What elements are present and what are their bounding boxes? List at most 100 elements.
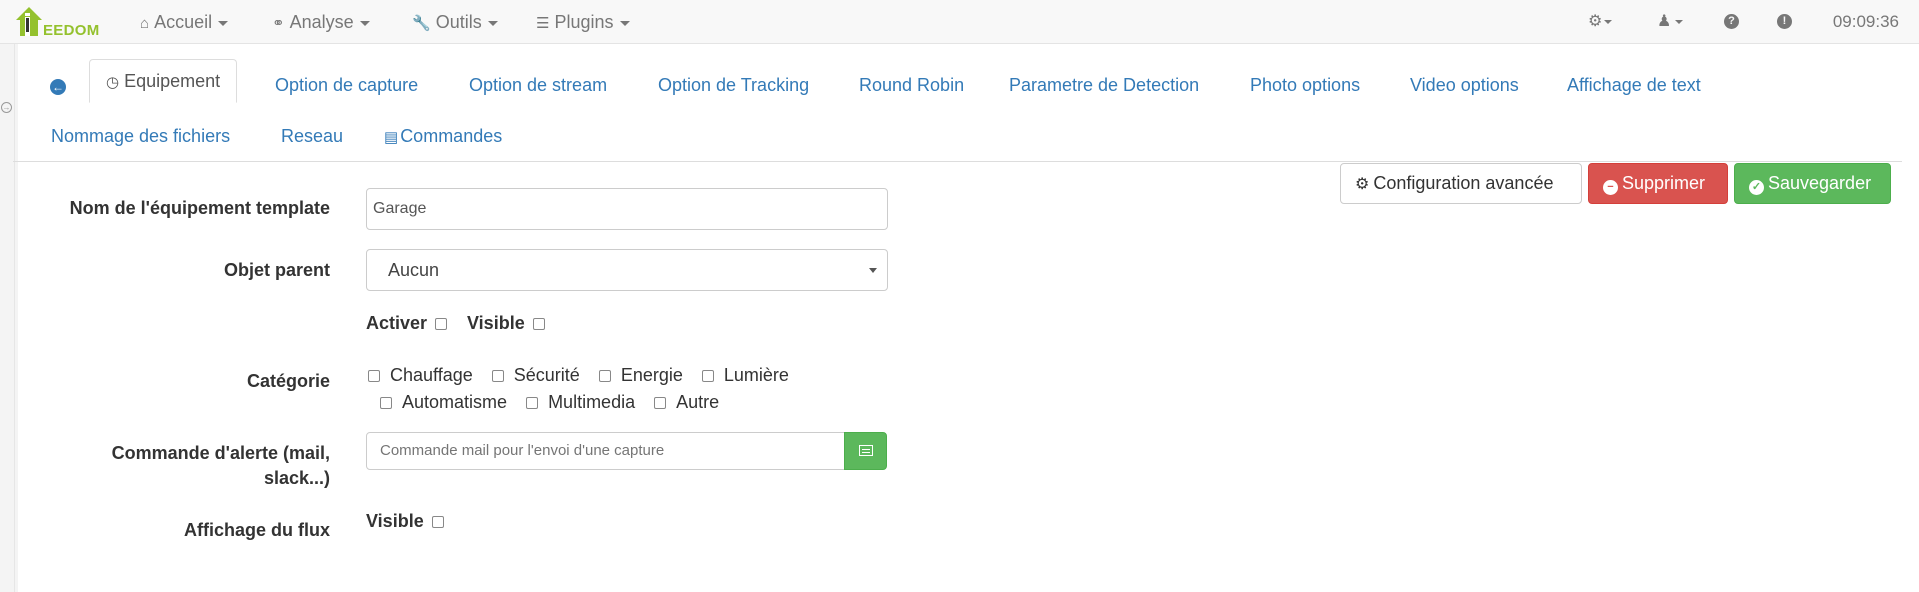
parent-label: Objet parent (223, 260, 330, 280)
caret-down-icon (1604, 19, 1613, 24)
visible-label: Visible (467, 313, 525, 333)
name-label: Nom de l'équipement template (69, 198, 330, 218)
list-alt-icon: ▤ (384, 129, 399, 146)
nav-plugins-label: Plugins (554, 12, 614, 32)
delete-button[interactable]: − Supprimer (1588, 163, 1728, 204)
alert-label-line2: slack...) (263, 468, 330, 488)
alert-command-input[interactable] (366, 432, 846, 470)
expand-sidebar-icon[interactable]: → (1, 102, 12, 113)
jeedom-logo[interactable]: EEDOM (16, 4, 108, 40)
category-row-1: Chauffage Sécurité Energie Lumière (368, 363, 803, 387)
back-arrow-icon: ← (50, 79, 66, 95)
visible-checkbox[interactable] (532, 318, 545, 330)
cogs-icon: ⚙ (1355, 176, 1370, 193)
tab-equipement[interactable]: ◷ Equipement (89, 59, 238, 103)
caret-down-icon (1675, 19, 1684, 24)
left-gutter: → (0, 44, 15, 592)
tabs-divider (13, 161, 1902, 162)
caret-down-icon (218, 20, 229, 26)
flux-visible-checkbox[interactable] (431, 516, 444, 528)
category-checkbox-securite[interactable] (491, 370, 504, 382)
alert-label-line1: Commande d'alerte (mail, (111, 443, 330, 463)
visible-group: Visible (467, 311, 545, 335)
stethoscope-icon: ⚭ (272, 15, 285, 32)
alert-label: Commande d'alerte (mail, slack...) (112, 441, 330, 491)
tab-reseau[interactable]: Reseau (281, 116, 343, 156)
tab-affichage-text[interactable]: Affichage de text (1567, 65, 1701, 105)
advanced-config-label: Configuration avancée (1373, 173, 1554, 193)
flux-label: Affichage du flux (183, 520, 330, 540)
category-chauffage-label: Chauffage (390, 365, 473, 385)
home-icon: ⌂ (140, 15, 150, 32)
select-arrow-icon (869, 268, 877, 273)
tab-video-options[interactable]: Video options (1410, 65, 1519, 105)
save-button[interactable]: ✓ Sauvegarder (1734, 163, 1891, 204)
logo-text: EEDOM (43, 22, 100, 39)
category-lumiere-label: Lumière (723, 365, 789, 385)
tab-back[interactable]: ← (50, 65, 66, 105)
tab-commandes[interactable]: ▤ Commandes (384, 116, 502, 156)
activate-label: Activer (366, 313, 428, 333)
category-checkbox-chauffage[interactable] (368, 370, 380, 382)
parent-select-value: Aucun (388, 260, 440, 280)
category-automatisme-label: Automatisme (402, 392, 508, 412)
category-label: Catégorie (246, 371, 330, 391)
tab-option-capture[interactable]: Option de capture (275, 65, 418, 105)
caret-down-icon (359, 20, 370, 26)
settings-menu-button[interactable]: ⚙ (1588, 0, 1613, 44)
help-button[interactable]: ? (1724, 0, 1739, 44)
advanced-config-button[interactable]: ⚙ Configuration avancée (1340, 163, 1582, 204)
check-circle-icon: ✓ (1749, 180, 1764, 195)
category-checkbox-automatisme[interactable] (380, 397, 392, 409)
list-alt-icon (859, 445, 873, 456)
nav-analyse[interactable]: ⚭ Analyse (272, 0, 370, 44)
top-navbar: EEDOM ⌂ Accueil ⚭ Analyse 🔧 Outils ☰ Plugins… (0, 0, 1919, 44)
tab-commandes-label: Commandes (400, 126, 503, 146)
save-label: Sauvegarder (1768, 173, 1872, 193)
minus-circle-icon: − (1603, 180, 1618, 195)
nav-accueil[interactable]: ⌂ Accueil (140, 0, 229, 44)
nav-accueil-label: Accueil (154, 12, 213, 32)
parent-select[interactable]: Aucun (366, 249, 888, 291)
nav-analyse-label: Analyse (289, 12, 354, 32)
exclamation-circle-icon: ! (1777, 14, 1792, 30)
tab-equipement-label: Equipement (124, 71, 221, 91)
category-autre-label: Autre (676, 392, 720, 412)
caret-down-icon (487, 20, 498, 26)
question-circle-icon: ? (1724, 14, 1739, 30)
nav-outils-label: Outils (435, 12, 482, 32)
tachometer-icon: ◷ (106, 74, 120, 91)
house-logo-icon (16, 7, 42, 36)
tab-round-robin[interactable]: Round Robin (859, 65, 964, 105)
category-checkbox-energie[interactable] (598, 370, 611, 382)
tab-option-tracking[interactable]: Option de Tracking (658, 65, 809, 105)
user-icon: ♟ (1657, 13, 1672, 30)
nav-plugins[interactable]: ☰ Plugins (536, 0, 630, 44)
category-checkbox-autre[interactable] (654, 397, 667, 409)
category-checkbox-lumiere[interactable] (701, 370, 714, 382)
tasks-icon: ☰ (536, 15, 550, 32)
wrench-icon: 🔧 (412, 15, 431, 32)
caret-down-icon (619, 20, 630, 26)
select-command-button[interactable] (844, 432, 887, 470)
tab-nommage-fichiers[interactable]: Nommage des fichiers (51, 116, 230, 156)
activate-group: Activer (366, 311, 448, 335)
nav-outils[interactable]: 🔧 Outils (412, 0, 498, 44)
category-energie-label: Energie (620, 365, 683, 385)
category-row-2: Automatisme Multimedia Autre (380, 390, 733, 414)
tab-option-stream[interactable]: Option de stream (469, 65, 607, 105)
tab-photo-options[interactable]: Photo options (1250, 65, 1360, 105)
alerts-button[interactable]: ! (1777, 0, 1792, 44)
delete-label: Supprimer (1622, 173, 1706, 193)
activate-checkbox[interactable] (435, 318, 448, 330)
tab-parametre-detection[interactable]: Parametre de Detection (1009, 65, 1199, 105)
category-multimedia-label: Multimedia (548, 392, 636, 412)
flux-visible-group: Visible (366, 509, 444, 533)
user-menu-button[interactable]: ♟ (1657, 0, 1684, 44)
category-checkbox-multimedia[interactable] (526, 397, 539, 409)
category-securite-label: Sécurité (513, 365, 580, 385)
cogs-icon: ⚙ (1588, 13, 1603, 30)
name-input[interactable]: Garage (366, 188, 888, 230)
clock: 09:09:36 (1832, 12, 1899, 31)
flux-visible-label: Visible (366, 511, 424, 531)
